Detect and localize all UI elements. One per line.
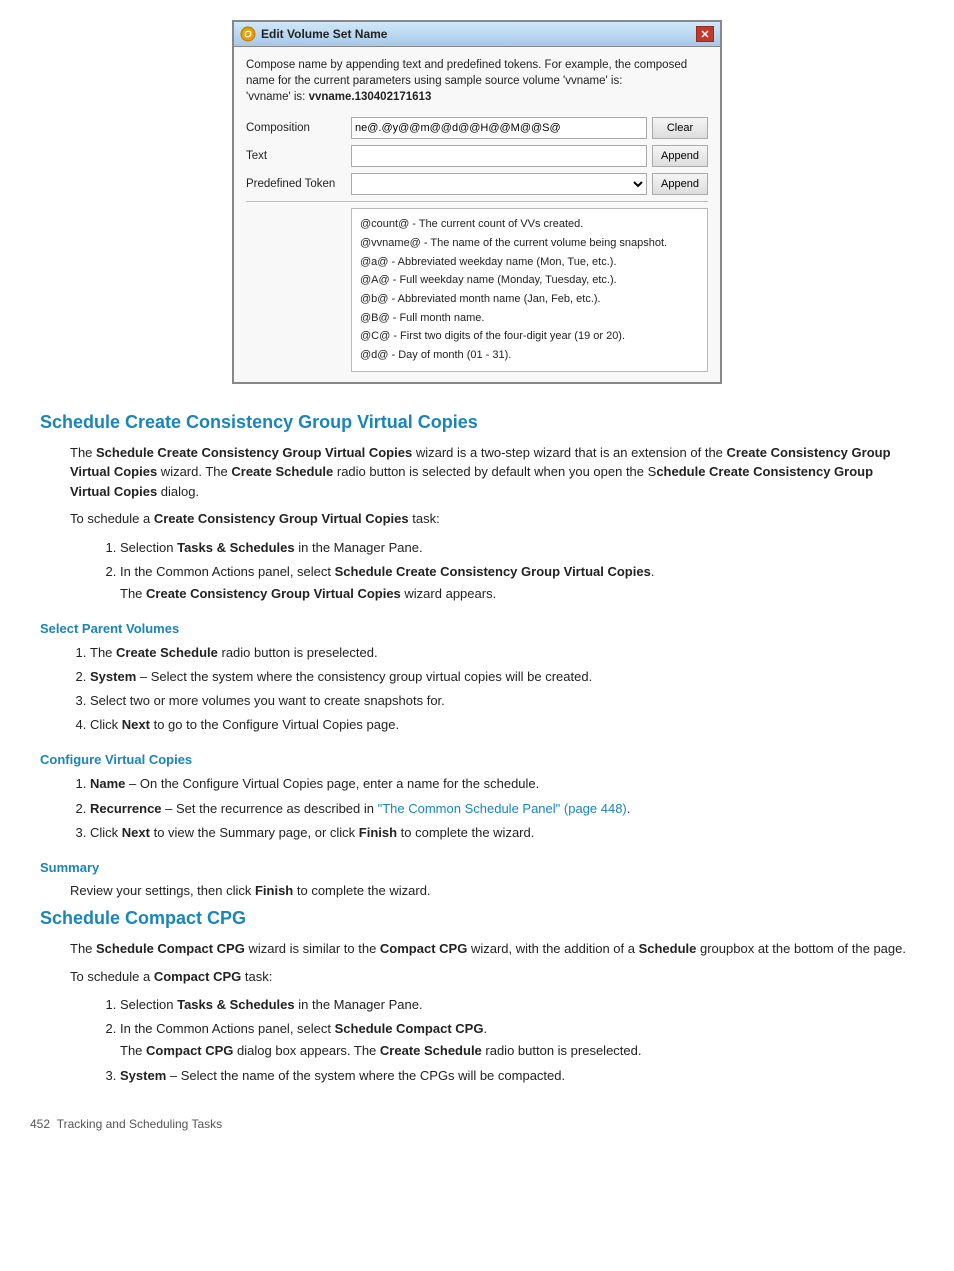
dialog-example-value: vvname.130402171613 bbox=[309, 91, 432, 103]
predefined-append-button[interactable]: Append bbox=[652, 173, 708, 195]
dialog-desc-text: Compose name by appending text and prede… bbox=[246, 59, 687, 87]
section2-intro-para: The Schedule Compact CPG wizard is simil… bbox=[70, 939, 914, 959]
section2-steps: Selection Tasks & Schedules in the Manag… bbox=[120, 994, 914, 1086]
s2-step2-bold: Schedule Compact CPG bbox=[335, 1021, 484, 1036]
s1-wizard-bold: Create Consistency Group Virtual Copies bbox=[146, 586, 401, 601]
dialog-titlebar: Edit Volume Set Name ✕ bbox=[234, 22, 720, 47]
text-label: Text bbox=[246, 150, 351, 162]
list-item: The Create Schedule radio button is pres… bbox=[90, 642, 914, 664]
clear-button[interactable]: Clear bbox=[652, 117, 708, 139]
section1-task-intro: To schedule a Create Consistency Group V… bbox=[70, 509, 914, 529]
section1-intro-para: The Schedule Create Consistency Group Vi… bbox=[70, 443, 914, 502]
summary-text: Review your settings, then click Finish … bbox=[70, 881, 914, 901]
section1-steps: Selection Tasks & Schedules in the Manag… bbox=[120, 537, 914, 605]
s1-wizard-appears: The Create Consistency Group Virtual Cop… bbox=[120, 586, 496, 601]
s2-dialog-appears: The Compact CPG dialog box appears. The … bbox=[120, 1043, 642, 1058]
dialog-description: Compose name by appending text and prede… bbox=[246, 57, 708, 105]
s1-task-bold: Create Consistency Group Virtual Copies bbox=[154, 511, 409, 526]
sub1-s1-bold: Create Schedule bbox=[116, 645, 218, 660]
dialog-title-text: Edit Volume Set Name bbox=[261, 27, 387, 41]
list-item: In the Common Actions panel, select Sche… bbox=[120, 1018, 914, 1062]
s1-bold4: chedule Create Consistency Group Virtual… bbox=[70, 464, 873, 499]
token-item: @count@ - The current count of VVs creat… bbox=[360, 215, 699, 234]
composition-row: Composition Clear bbox=[246, 117, 708, 139]
s1-step1-bold: Tasks & Schedules bbox=[177, 540, 295, 555]
s2-bold3: Schedule bbox=[639, 941, 697, 956]
text-row: Text Append bbox=[246, 145, 708, 167]
sub2-s3-next: Next bbox=[122, 825, 150, 840]
list-item: System – Select the name of the system w… bbox=[120, 1065, 914, 1087]
section1-heading: Schedule Create Consistency Group Virtua… bbox=[40, 412, 914, 433]
section1-intro: The Schedule Create Consistency Group Vi… bbox=[70, 443, 914, 605]
footer-page-num: 452 bbox=[30, 1117, 50, 1131]
list-item: Click Next to go to the Configure Virtua… bbox=[90, 714, 914, 736]
sub2-steps: Name – On the Configure Virtual Copies p… bbox=[90, 773, 914, 843]
s2-bold2: Compact CPG bbox=[380, 941, 467, 956]
dialog-body: Compose name by appending text and prede… bbox=[234, 47, 720, 382]
sub2-s2-bold: Recurrence bbox=[90, 801, 162, 816]
summary-heading: Summary bbox=[40, 860, 914, 875]
list-item: In the Common Actions panel, select Sche… bbox=[120, 561, 914, 605]
list-item: System – Select the system where the con… bbox=[90, 666, 914, 688]
sub1-heading: Select Parent Volumes bbox=[40, 621, 914, 636]
list-item: Selection Tasks & Schedules in the Manag… bbox=[120, 537, 914, 559]
token-list: @count@ - The current count of VVs creat… bbox=[351, 208, 708, 372]
token-item: @d@ - Day of month (01 - 31). bbox=[360, 346, 699, 365]
list-item: Selection Tasks & Schedules in the Manag… bbox=[120, 994, 914, 1016]
list-item: Name – On the Configure Virtual Copies p… bbox=[90, 773, 914, 795]
s2-step1-bold: Tasks & Schedules bbox=[177, 997, 295, 1012]
text-append-button[interactable]: Append bbox=[652, 145, 708, 167]
s1-bold1: Schedule Create Consistency Group Virtua… bbox=[96, 445, 412, 460]
footer-text: Tracking and Scheduling Tasks bbox=[57, 1117, 222, 1131]
section2-content: The Schedule Compact CPG wizard is simil… bbox=[70, 939, 914, 1086]
s1-step2-bold: Schedule Create Consistency Group Virtua… bbox=[335, 564, 651, 579]
text-input[interactable] bbox=[351, 145, 647, 167]
summary-finish-bold: Finish bbox=[255, 883, 293, 898]
list-item: Click Next to view the Summary page, or … bbox=[90, 822, 914, 844]
page-footer: 452 Tracking and Scheduling Tasks bbox=[30, 1117, 924, 1131]
section2-task-intro: To schedule a Compact CPG task: bbox=[70, 967, 914, 987]
composition-input[interactable] bbox=[351, 117, 647, 139]
s2-task-bold: Compact CPG bbox=[154, 969, 241, 984]
dialog-title-left: Edit Volume Set Name bbox=[240, 26, 387, 42]
sub1-steps: The Create Schedule radio button is pres… bbox=[90, 642, 914, 736]
token-item: @C@ - First two digits of the four-digit… bbox=[360, 327, 699, 346]
edit-volume-dialog: Edit Volume Set Name ✕ Compose name by a… bbox=[232, 20, 722, 384]
dialog-icon bbox=[240, 26, 256, 42]
main-content: Schedule Create Consistency Group Virtua… bbox=[30, 412, 924, 1087]
sub2-s3-finish: Finish bbox=[359, 825, 397, 840]
token-item: @A@ - Full weekday name (Monday, Tuesday… bbox=[360, 271, 699, 290]
sub1-s2-bold: System bbox=[90, 669, 136, 684]
composition-label: Composition bbox=[246, 122, 351, 134]
s2-dialog-bold1: Compact CPG bbox=[146, 1043, 233, 1058]
predefined-select[interactable] bbox=[351, 173, 647, 195]
predefined-row: Predefined Token Append bbox=[246, 173, 708, 195]
s2-step3-bold: System bbox=[120, 1068, 166, 1083]
recurrence-link[interactable]: "The Common Schedule Panel" (page 448) bbox=[378, 801, 627, 816]
token-item: @b@ - Abbreviated month name (Jan, Feb, … bbox=[360, 290, 699, 309]
s1-bold3: Create Schedule bbox=[231, 464, 333, 479]
dialog-wrapper: Edit Volume Set Name ✕ Compose name by a… bbox=[30, 20, 924, 384]
sub2-s1-bold: Name bbox=[90, 776, 125, 791]
predefined-label: Predefined Token bbox=[246, 178, 351, 190]
dialog-example-label: 'vvname' is: bbox=[246, 91, 305, 103]
list-item: Select two or more volumes you want to c… bbox=[90, 690, 914, 712]
token-item: @a@ - Abbreviated weekday name (Mon, Tue… bbox=[360, 253, 699, 272]
token-item: @vvname@ - The name of the current volum… bbox=[360, 234, 699, 253]
dialog-close-button[interactable]: ✕ bbox=[696, 26, 714, 42]
sub2-heading: Configure Virtual Copies bbox=[40, 752, 914, 767]
sub1-s4-bold: Next bbox=[122, 717, 150, 732]
s2-dialog-bold2: Create Schedule bbox=[380, 1043, 482, 1058]
s2-bold1: Schedule Compact CPG bbox=[96, 941, 245, 956]
dialog-divider bbox=[246, 201, 708, 202]
section2-heading: Schedule Compact CPG bbox=[40, 908, 914, 929]
list-item: Recurrence – Set the recurrence as descr… bbox=[90, 798, 914, 820]
token-item: @B@ - Full month name. bbox=[360, 309, 699, 328]
